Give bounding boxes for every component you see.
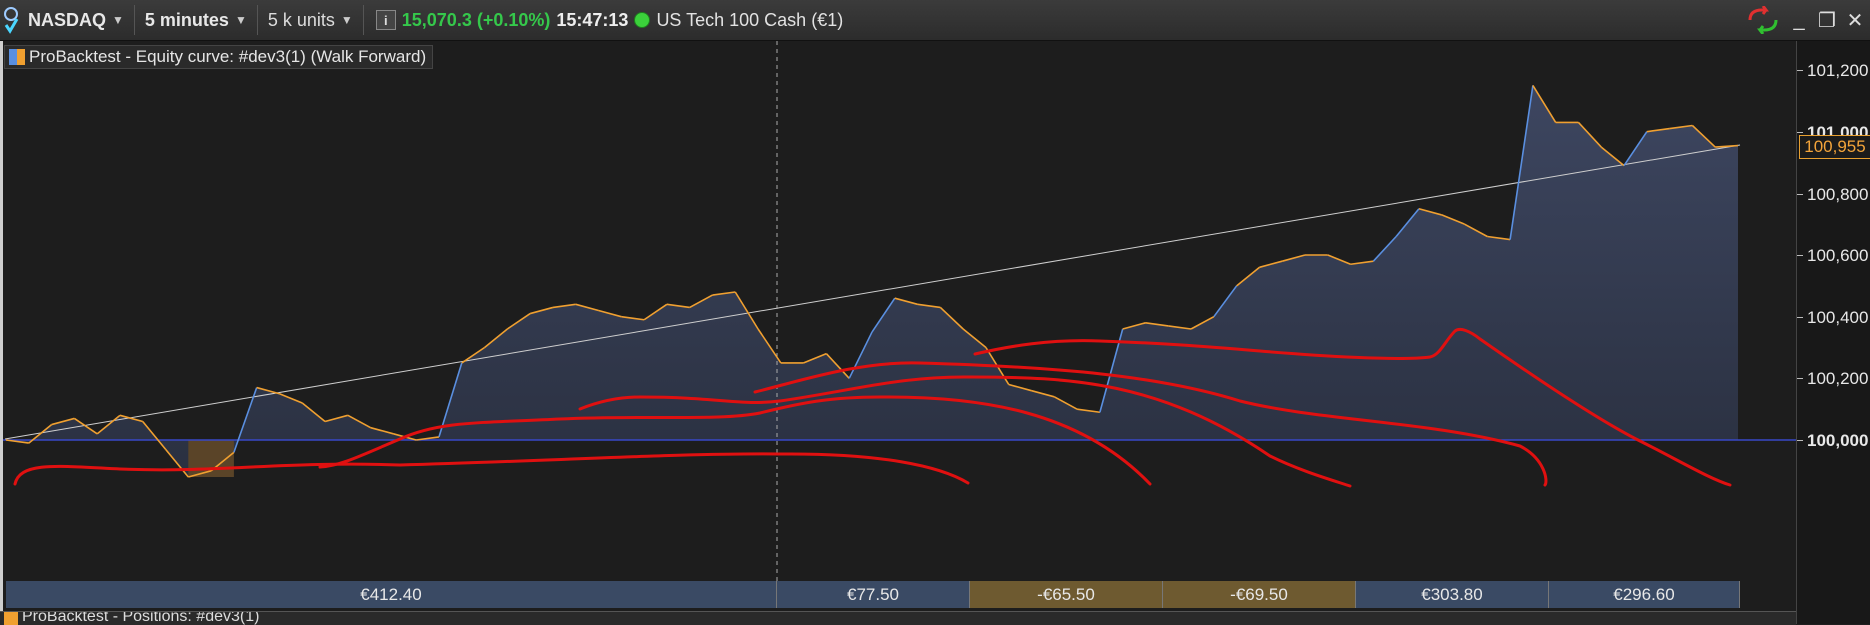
segment-result[interactable]: €303.80 — [1356, 581, 1549, 608]
positions-swatch-icon — [4, 612, 18, 625]
segment-result[interactable]: €77.50 — [777, 581, 970, 608]
quote-time: 15:47:13 — [556, 9, 629, 30]
close-icon[interactable]: ✕ — [1846, 8, 1864, 33]
timeframe-label: 5 minutes — [144, 9, 229, 30]
axis-tick — [1797, 440, 1803, 441]
axis-label: 100,800 — [1807, 185, 1869, 204]
axis-tick — [1797, 132, 1803, 133]
instrument-dropdown[interactable]: NASDAQ ▼ — [22, 0, 130, 40]
sync-arrows-icon[interactable] — [1746, 6, 1780, 34]
toolbar-divider — [133, 5, 135, 35]
walk-forward-segments: €412.40 €77.50 -€65.50 -€69.50 €303.80 €… — [6, 581, 1740, 608]
axis-tick — [1797, 194, 1803, 195]
toolbar-divider — [362, 5, 364, 35]
app-logo-icon[interactable] — [0, 0, 22, 40]
current-value-badge: 100,955 — [1799, 135, 1870, 159]
toolbar: NASDAQ ▼ 5 minutes ▼ 5 k units ▼ i 15,07… — [0, 0, 1870, 41]
info-icon[interactable]: i — [375, 10, 396, 30]
restore-icon[interactable]: ❐ — [1818, 8, 1836, 33]
equity-chart[interactable] — [0, 41, 1796, 611]
axis-tick — [1797, 70, 1803, 71]
chart-legend[interactable]: ProBacktest - Equity curve: #dev3(1) (Wa… — [4, 45, 434, 69]
price-quote: 15,070.3 (+0.10%) — [401, 9, 551, 30]
annotation-stroke — [13, 452, 970, 486]
instrument-name: US Tech 100 Cash (€1) — [656, 9, 844, 30]
segment-result[interactable]: €412.40 — [6, 581, 777, 608]
market-open-icon — [634, 12, 651, 28]
chart-left-border — [0, 41, 3, 611]
axis-label: 101,200 — [1807, 61, 1869, 80]
legend-title: ProBacktest - Equity curve: #dev3(1) (Wa… — [29, 47, 427, 66]
price-axis[interactable]: 101,200 101,000 100,800 100,600 100,400 … — [1796, 41, 1870, 624]
axis-tick — [1797, 255, 1803, 256]
axis-label: 100,400 — [1807, 308, 1869, 327]
positions-panel-title: ProBacktest - Positions: #dev3(1) — [22, 611, 260, 625]
equity-area-fill — [6, 85, 1738, 477]
positions-panel[interactable]: ProBacktest - Positions: #dev3(1) — [0, 611, 1796, 625]
axis-label: 100,000 — [1807, 431, 1869, 450]
axis-label: 100,200 — [1807, 369, 1869, 388]
segment-result[interactable]: -€69.50 — [1163, 581, 1356, 608]
timeframe-dropdown[interactable]: 5 minutes ▼ — [139, 0, 253, 40]
instrument-label: NASDAQ — [28, 9, 107, 30]
axis-label: 100,600 — [1807, 246, 1869, 265]
window-controls: _ ❐ ✕ — [1746, 6, 1864, 34]
minimize-icon[interactable]: _ — [1790, 9, 1808, 32]
axis-tick — [1797, 317, 1803, 318]
equity-swatch-icon — [9, 49, 25, 65]
segment-result[interactable]: €296.60 — [1549, 581, 1740, 608]
chevron-down-icon: ▼ — [340, 13, 353, 27]
units-label: 5 k units — [267, 9, 335, 30]
segment-result[interactable]: -€65.50 — [970, 581, 1163, 608]
chevron-down-icon: ▼ — [112, 13, 124, 27]
units-dropdown[interactable]: 5 k units ▼ — [262, 0, 359, 40]
equity-chart-svg — [0, 41, 1796, 581]
chevron-down-icon: ▼ — [234, 13, 247, 27]
axis-tick — [1797, 378, 1803, 379]
equity-area — [6, 85, 1738, 477]
toolbar-divider — [256, 5, 258, 35]
